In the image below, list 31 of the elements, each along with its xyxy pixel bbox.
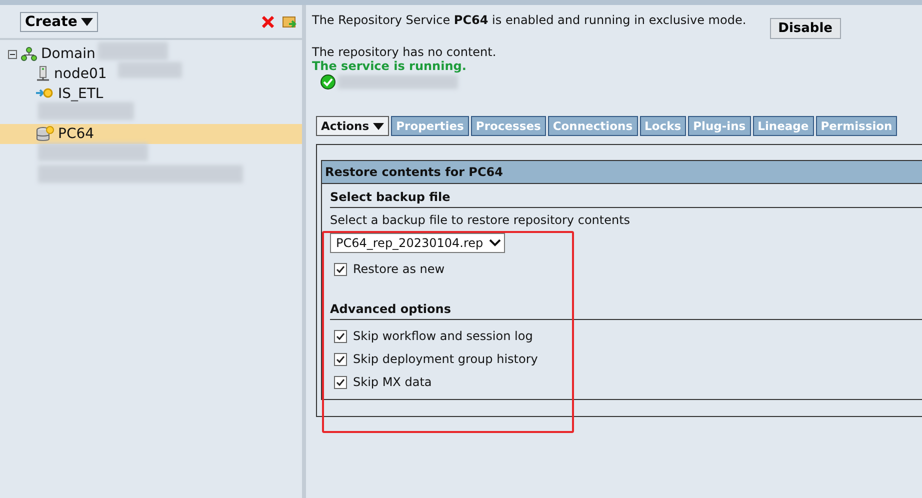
checkbox-label: Skip MX data <box>353 375 432 389</box>
tree-item[interactable]: IS_ETL <box>0 84 302 104</box>
content-note: The repository has no content. <box>312 45 498 59</box>
tab[interactable]: Actions <box>316 116 390 136</box>
chevron-icon <box>489 239 502 247</box>
checkbox[interactable] <box>334 262 347 276</box>
file-select[interactable]: PC64_rep_20230104.rep <box>330 233 506 253</box>
create-button[interactable]: Create <box>20 12 98 32</box>
tree-item[interactable]: PC64 <box>0 124 302 144</box>
server-icon <box>36 66 50 82</box>
section-hint: Select a backup file to restore repository contents <box>330 213 632 227</box>
section-heading: Advanced options <box>330 302 922 320</box>
delete-icon[interactable] <box>262 16 274 28</box>
panel-title: Restore contents for PC64 <box>322 161 922 184</box>
section-heading: Select backup file <box>330 190 922 208</box>
checkbox-label: Restore as new <box>353 262 445 276</box>
disable-button[interactable]: Disable <box>770 18 840 39</box>
caret-icon <box>81 18 94 26</box>
check-circle-icon <box>320 74 336 90</box>
tree-item[interactable]: node01 <box>0 64 302 84</box>
tree-item[interactable]: Domain <box>0 44 302 64</box>
checkbox[interactable] <box>334 352 347 366</box>
collapse-icon[interactable] <box>8 50 17 58</box>
running-status: The service is running. <box>312 59 468 73</box>
checkbox[interactable] <box>334 330 347 342</box>
network-icon <box>21 47 37 61</box>
checkbox[interactable] <box>334 376 347 388</box>
checkbox-label: Skip deployment group history <box>353 352 538 366</box>
status-message: The Repository Service PC64 is enabled and running in exclusive mode. <box>312 13 746 27</box>
checkbox-label: Skip workflow and session log <box>353 329 533 343</box>
database-gear-icon <box>36 126 54 142</box>
